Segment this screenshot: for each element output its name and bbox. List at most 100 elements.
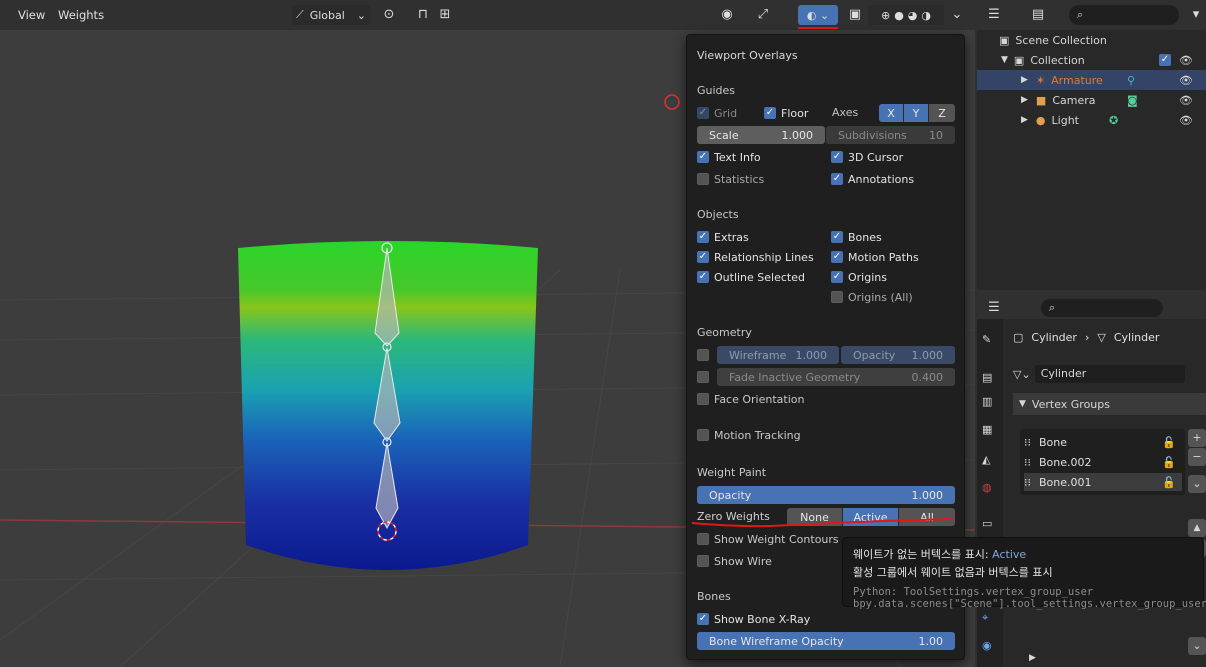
- properties-search[interactable]: ⌕: [1041, 299, 1163, 317]
- grid-checkbox[interactable]: ✓ Grid: [697, 105, 737, 121]
- list-item[interactable]: ⁝⁝ Bone.002 🔓: [1024, 453, 1182, 471]
- extras-checkbox[interactable]: ✓ Extras: [697, 229, 749, 245]
- editor-type-icon[interactable]: ☰: [985, 6, 1003, 24]
- origins-all-checkbox[interactable]: Origins (All): [831, 289, 913, 305]
- constraints-tab-icon[interactable]: ⌖: [982, 611, 988, 625]
- expand-right-icon[interactable]: ▶: [1029, 653, 1036, 663]
- remove-vertex-group-button[interactable]: −: [1188, 448, 1206, 466]
- add-vertex-group-button[interactable]: +: [1188, 429, 1206, 447]
- overlays-toggle[interactable]: ◐ ⌄: [798, 5, 838, 25]
- bone-xray-checkbox[interactable]: ✓ Show Bone X-Ray: [697, 611, 810, 627]
- mesh-name-field[interactable]: Cylinder: [1034, 365, 1185, 383]
- panel-options-button[interactable]: ⌄: [1188, 637, 1206, 655]
- axis-y-button[interactable]: Y: [904, 104, 929, 122]
- breadcrumb: ▢ Cylinder › ▽ Cylinder: [1013, 331, 1160, 344]
- wireframe-checkbox[interactable]: [697, 347, 709, 363]
- menu-weights[interactable]: Weights: [58, 8, 104, 22]
- geometry-opacity-field[interactable]: Opacity 1.000: [841, 346, 955, 364]
- light-gizmo: [664, 94, 680, 110]
- list-item[interactable]: ⁝⁝ Bone.001 🔓: [1024, 473, 1182, 491]
- outliner-collection[interactable]: ▼ ▣ Collection ✓ 👁: [977, 50, 1206, 70]
- eye-icon[interactable]: 👁: [1179, 74, 1193, 87]
- collection-tab-icon[interactable]: ▭: [982, 517, 992, 530]
- snap-icon[interactable]: ⊓: [414, 6, 432, 24]
- snap-target-icon[interactable]: ⊞: [436, 6, 454, 24]
- scene-tab-icon[interactable]: ◭: [982, 453, 990, 466]
- specials-menu-button[interactable]: ⌄: [1188, 475, 1206, 493]
- xray-icon[interactable]: ▣: [846, 6, 864, 24]
- orientation-dropdown[interactable]: ⟋ Global ⌄: [292, 5, 370, 25]
- collection-exclude-checkbox[interactable]: ✓: [1159, 54, 1171, 66]
- tool-tab-icon[interactable]: ✎: [982, 333, 991, 346]
- bone-wireframe-opacity-field[interactable]: Bone Wireframe Opacity 1.00: [697, 632, 955, 650]
- visibility-icon[interactable]: ◉: [718, 6, 736, 24]
- scale-field[interactable]: Scale 1.000: [697, 126, 825, 144]
- output-tab-icon[interactable]: ▥: [982, 395, 992, 408]
- lock-icon[interactable]: 🔓: [1162, 456, 1176, 469]
- eye-icon[interactable]: 👁: [1179, 54, 1193, 67]
- expand-right-icon[interactable]: ▶: [1021, 75, 1028, 85]
- move-up-button[interactable]: ▲: [1188, 519, 1206, 537]
- outliner-armature[interactable]: ▶ ✶ Armature ⚲ 👁: [977, 70, 1206, 90]
- armature-bones[interactable]: [360, 238, 420, 548]
- material-shading-icon[interactable]: ◕: [908, 9, 918, 22]
- annotations-checkbox[interactable]: ✓ Annotations: [831, 171, 914, 187]
- mesh-data-icon[interactable]: ▽⌄: [1013, 368, 1031, 381]
- axes-toggle[interactable]: X Y Z: [879, 104, 955, 122]
- floor-checkbox[interactable]: ✓ Floor: [764, 105, 808, 121]
- zero-weights-tooltip: 웨이트가 없는 버텍스를 표시: Active 활성 그룹에서 웨이트 없음과 …: [842, 537, 1206, 610]
- editor-type-icon[interactable]: ☰: [985, 299, 1003, 317]
- expand-right-icon[interactable]: ▶: [1021, 95, 1028, 105]
- pivot-icon[interactable]: ⊙: [380, 6, 398, 24]
- outliner-search[interactable]: ⌕: [1069, 5, 1179, 25]
- view-layer-tab-icon[interactable]: ▦: [982, 423, 992, 436]
- bones-checkbox[interactable]: ✓ Bones: [831, 229, 882, 245]
- physics-tab-icon[interactable]: ◉: [982, 639, 992, 652]
- expand-down-icon[interactable]: ▼: [1001, 55, 1008, 65]
- gizmo-icon[interactable]: ⤢: [754, 6, 772, 24]
- motion-paths-checkbox[interactable]: ✓ Motion Paths: [831, 249, 919, 265]
- vertex-group-icon: ⁝⁝: [1024, 475, 1031, 489]
- viewport-header: View Weights ⟋ Global ⌄ ⊙ ⊓ ⊞ ◉ ⤢ ◐ ⌄ ▣ …: [0, 0, 975, 30]
- relationship-lines-checkbox[interactable]: ✓ Relationship Lines: [697, 249, 814, 265]
- menu-view[interactable]: View: [18, 8, 45, 22]
- outliner-light[interactable]: ▶ ● Light ✪ 👁: [977, 110, 1206, 130]
- lock-icon[interactable]: 🔓: [1162, 436, 1176, 449]
- show-weight-contours-checkbox[interactable]: Show Weight Contours: [697, 531, 839, 547]
- filter-icon[interactable]: ▾: [1187, 6, 1205, 24]
- axis-z-button[interactable]: Z: [929, 104, 955, 122]
- motion-tracking-checkbox[interactable]: Motion Tracking: [697, 427, 801, 443]
- expand-right-icon[interactable]: ▶: [1021, 115, 1028, 125]
- render-tab-icon[interactable]: ▤: [982, 371, 992, 384]
- solid-shading-icon[interactable]: ●: [894, 9, 904, 22]
- outline-selected-checkbox[interactable]: ✓ Outline Selected: [697, 269, 805, 285]
- bones-heading: Bones: [697, 590, 731, 603]
- fade-inactive-checkbox[interactable]: [697, 369, 709, 385]
- shading-options-icon[interactable]: ⌄: [948, 6, 966, 24]
- rendered-shading-icon[interactable]: ◑: [921, 9, 931, 22]
- world-tab-icon[interactable]: ◍: [982, 481, 992, 494]
- 3d-cursor-checkbox[interactable]: ✓ 3D Cursor: [831, 149, 903, 165]
- vertex-groups-panel-header[interactable]: ▼ Vertex Groups: [1013, 393, 1206, 415]
- face-orientation-checkbox[interactable]: Face Orientation: [697, 391, 804, 407]
- fade-inactive-field[interactable]: Fade Inactive Geometry 0.400: [717, 368, 955, 386]
- list-item[interactable]: ⁝⁝ Bone 🔓: [1024, 433, 1182, 451]
- lock-icon[interactable]: 🔓: [1162, 476, 1176, 489]
- wireframe-field[interactable]: Wireframe 1.000: [717, 346, 839, 364]
- eye-icon[interactable]: 👁: [1179, 94, 1193, 107]
- wireframe-shading-icon[interactable]: ⊕: [881, 9, 890, 22]
- mesh-datablock[interactable]: ▽⌄ Cylinder: [1013, 365, 1185, 383]
- statistics-checkbox[interactable]: Statistics: [697, 171, 764, 187]
- shading-modes[interactable]: ⊕ ● ◕ ◑: [868, 5, 944, 25]
- weight-opacity-field[interactable]: Opacity 1.000: [697, 486, 955, 504]
- outliner-camera[interactable]: ▶ ■ Camera ◙ 👁: [977, 90, 1206, 110]
- subdivisions-field[interactable]: Subdivisions 10: [826, 126, 955, 144]
- light-data-icon: ✪: [1109, 113, 1119, 127]
- axis-x-button[interactable]: X: [879, 104, 904, 122]
- outliner-scene-collection[interactable]: ▣ Scene Collection: [977, 30, 1206, 50]
- show-wire-checkbox[interactable]: Show Wire: [697, 553, 772, 569]
- text-info-checkbox[interactable]: ✓ Text Info: [697, 149, 761, 165]
- eye-icon[interactable]: 👁: [1179, 114, 1193, 127]
- display-mode-icon[interactable]: ▤: [1029, 6, 1047, 24]
- origins-checkbox[interactable]: ✓ Origins: [831, 269, 887, 285]
